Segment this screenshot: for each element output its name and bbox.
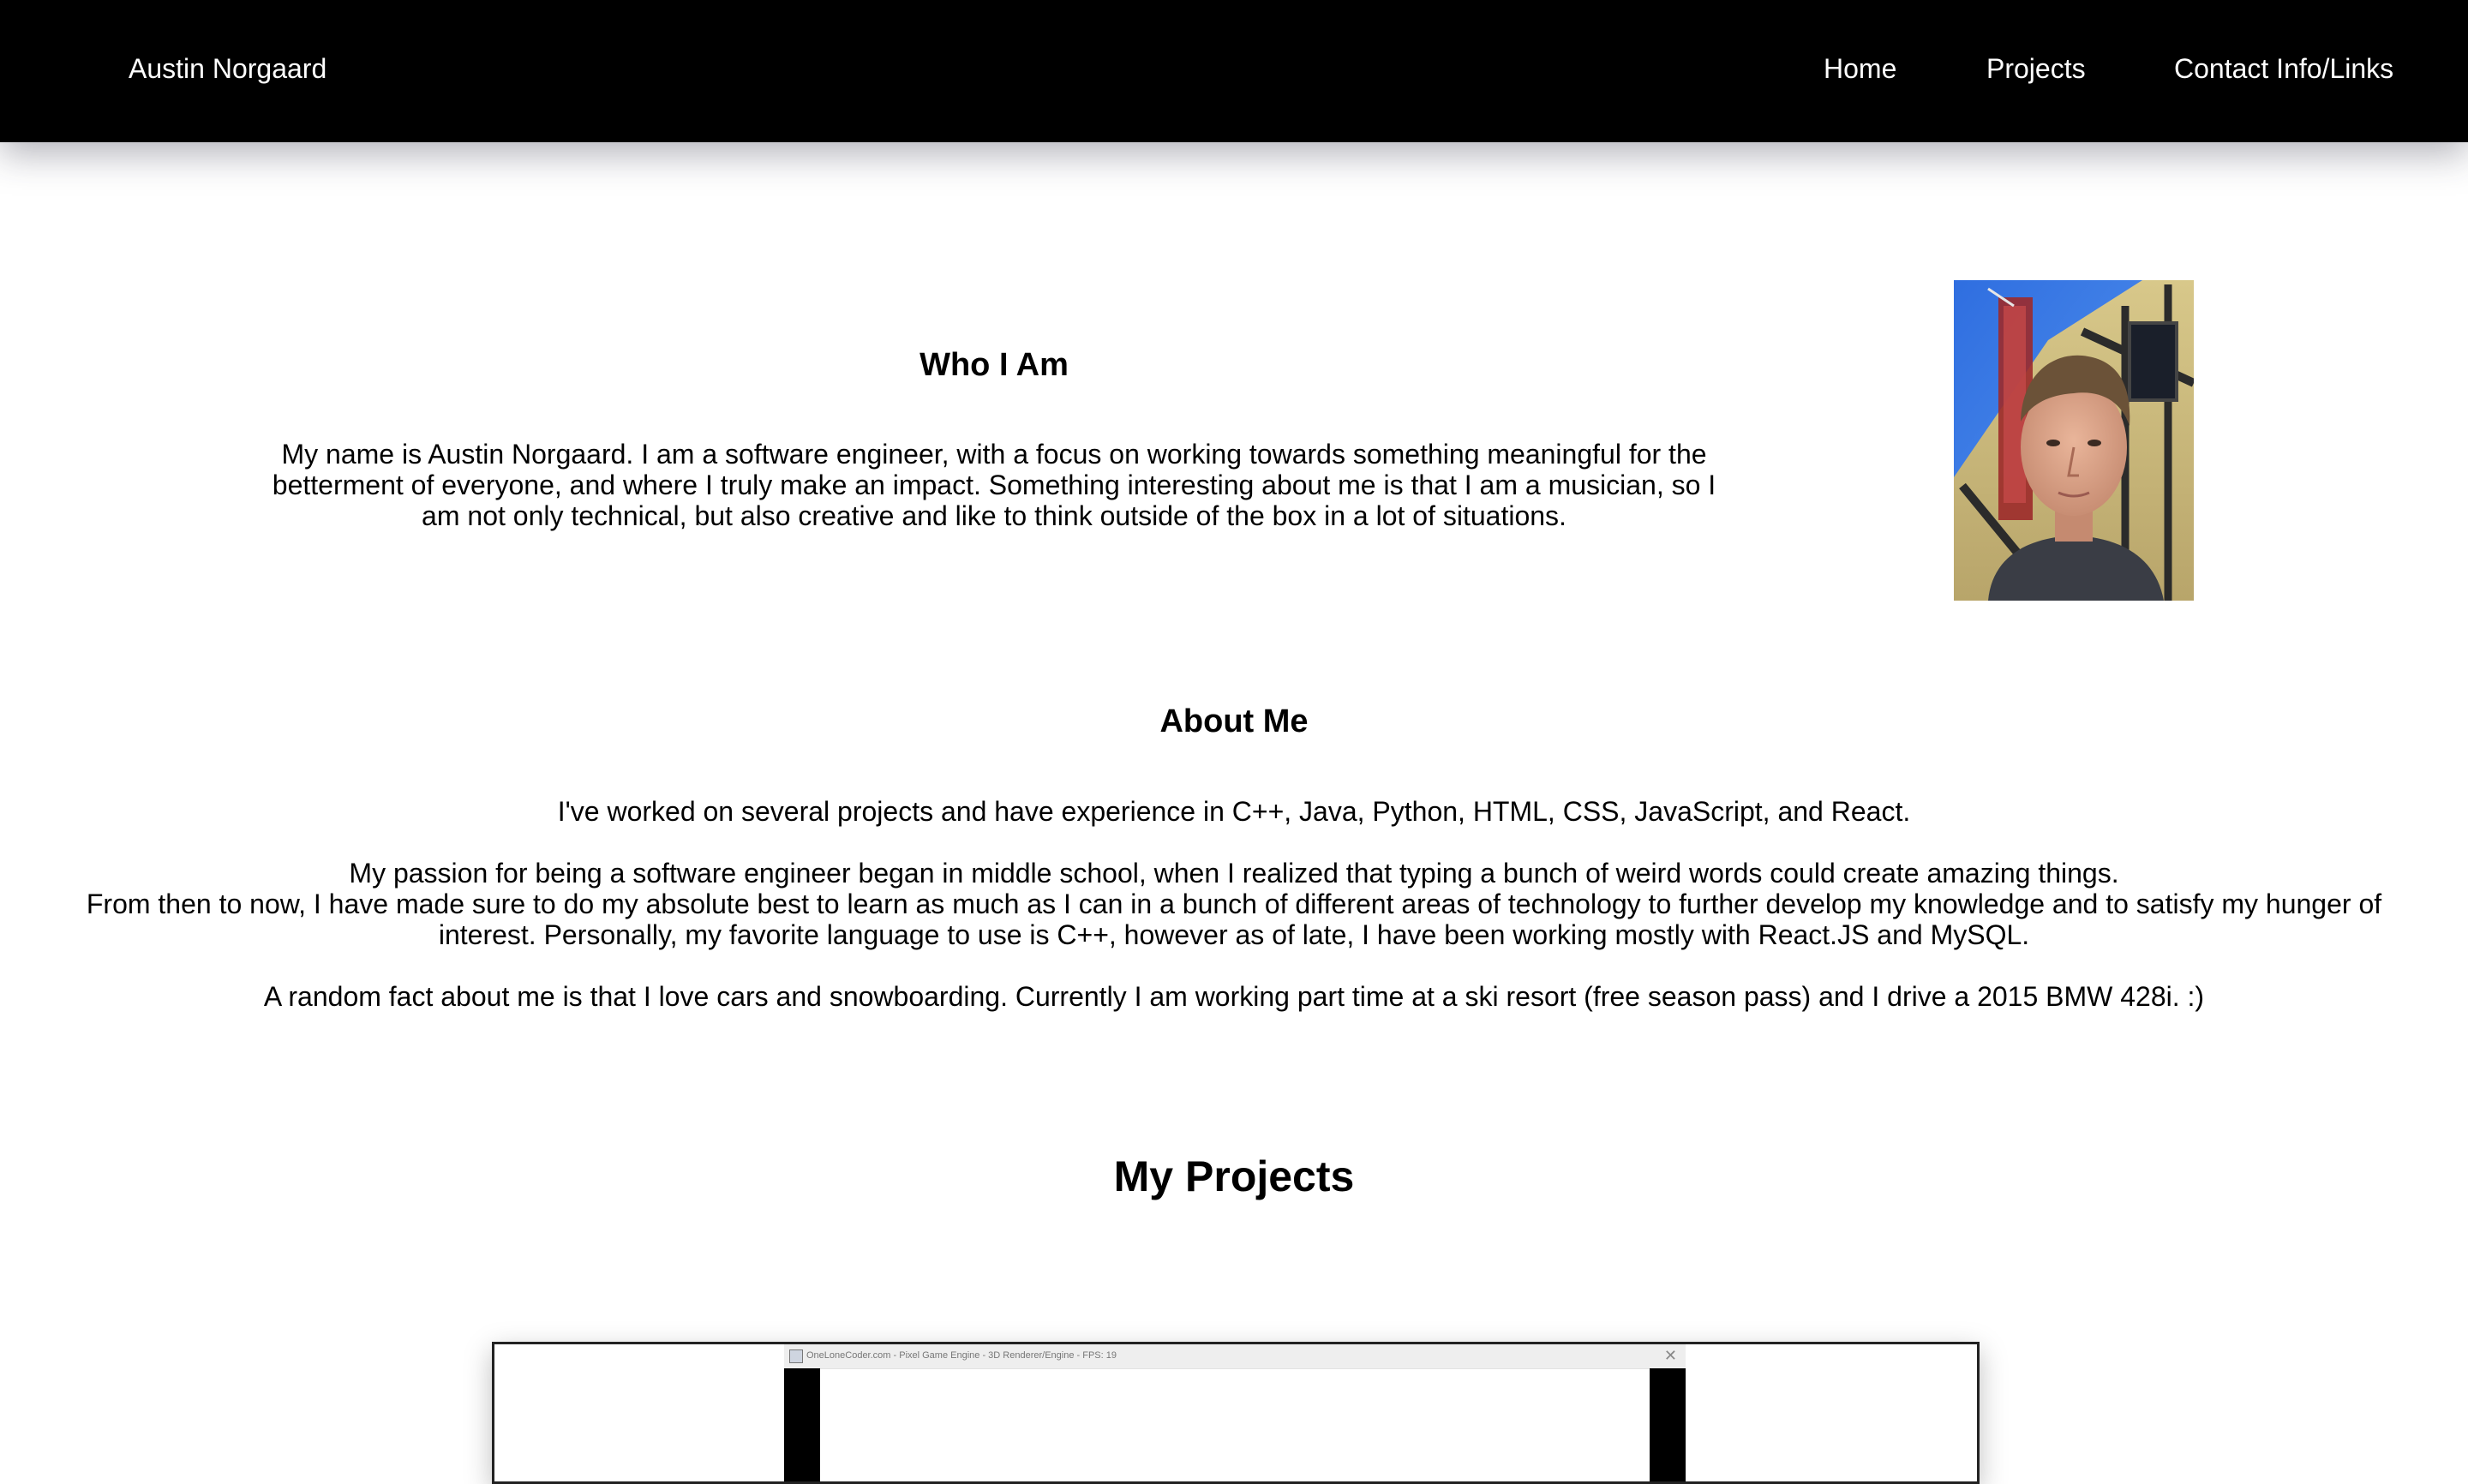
- about-me-paragraph-skills: I've worked on several projects and have…: [557, 796, 1911, 827]
- who-i-am-text: My name is Austin Norgaard. I am a softw…: [272, 439, 1716, 531]
- about-me-passion-line-2: From then to now, I have made sure to do…: [86, 889, 2382, 950]
- about-me-paragraph-passion: My passion for being a software engineer…: [69, 858, 2399, 950]
- nav-link-projects[interactable]: Projects: [1986, 48, 2086, 89]
- my-projects-heading: My Projects: [1113, 1152, 1355, 1200]
- project-screenshot: OneLoneCoder.com - Pixel Game Engine - 3…: [784, 1344, 1686, 1481]
- navbar: Austin Norgaard Home Projects Contact In…: [0, 0, 2468, 142]
- close-icon: ✕: [1663, 1347, 1677, 1364]
- app-window-icon: [789, 1349, 803, 1363]
- project-screenshot-window-title: OneLoneCoder.com - Pixel Game Engine - 3…: [806, 1350, 1117, 1361]
- project-card[interactable]: OneLoneCoder.com - Pixel Game Engine - 3…: [492, 1342, 1980, 1484]
- who-i-am-heading: Who I Am: [920, 347, 1069, 383]
- about-me-heading: About Me: [1159, 703, 1309, 739]
- letterbox-right: [1650, 1368, 1686, 1481]
- nav-link-home[interactable]: Home: [1824, 48, 1896, 89]
- about-me-passion-line-1: My passion for being a software engineer…: [349, 858, 2119, 889]
- about-me-paragraph-fun-fact: A random fact about me is that I love ca…: [263, 981, 2205, 1012]
- profile-photo: [1954, 280, 2194, 601]
- project-screenshot-titlebar: OneLoneCoder.com - Pixel Game Engine - 3…: [784, 1344, 1686, 1369]
- letterbox-left: [784, 1368, 820, 1481]
- brand-link[interactable]: Austin Norgaard: [129, 48, 326, 89]
- nav-link-contact[interactable]: Contact Info/Links: [2174, 48, 2393, 89]
